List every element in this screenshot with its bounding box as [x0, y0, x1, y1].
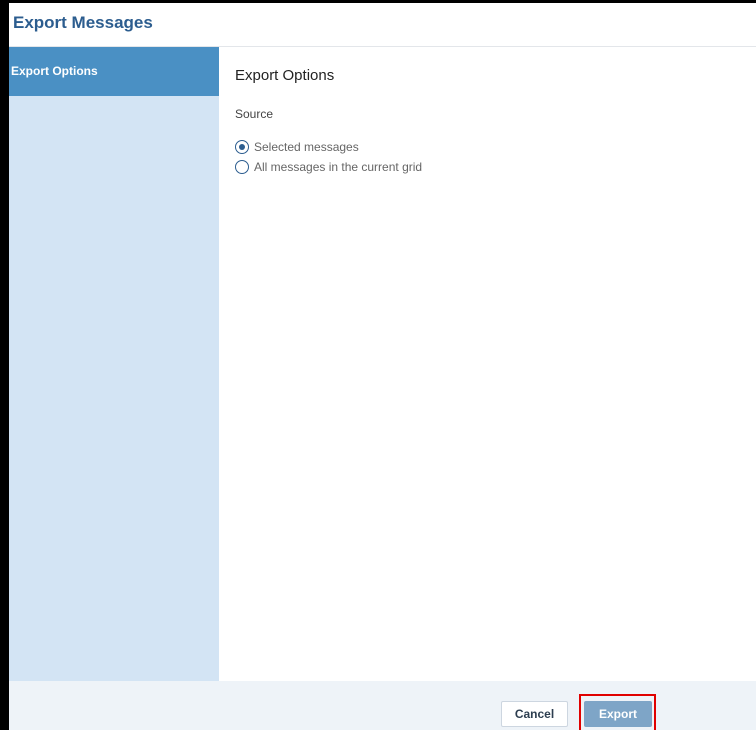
radio-label: All messages in the current grid	[254, 160, 423, 174]
cancel-button[interactable]: Cancel	[501, 701, 568, 727]
dialog-footer: Cancel Export	[9, 681, 756, 730]
sidebar-item-label: Export Options	[11, 64, 98, 78]
radio-unchecked-icon[interactable]	[235, 160, 249, 174]
main-panel: Export Options Source Selected messages …	[219, 47, 756, 681]
sidebar: Export Options	[9, 47, 219, 681]
sidebar-item-export-options[interactable]: Export Options	[9, 47, 219, 96]
title-bar: Export Messages	[9, 3, 756, 47]
section-title: Export Options	[235, 67, 335, 84]
dialog-title: Export Messages	[13, 13, 153, 32]
radio-label: Selected messages	[254, 140, 359, 154]
radio-selected-messages[interactable]: Selected messages	[235, 139, 359, 155]
radio-all-messages[interactable]: All messages in the current grid	[235, 159, 422, 175]
export-button[interactable]: Export	[584, 701, 652, 727]
source-label: Source	[235, 107, 274, 121]
radio-checked-icon[interactable]	[235, 140, 249, 154]
export-messages-dialog: Export Messages Export Options Export Op…	[9, 3, 756, 730]
window-frame-left	[0, 0, 9, 730]
